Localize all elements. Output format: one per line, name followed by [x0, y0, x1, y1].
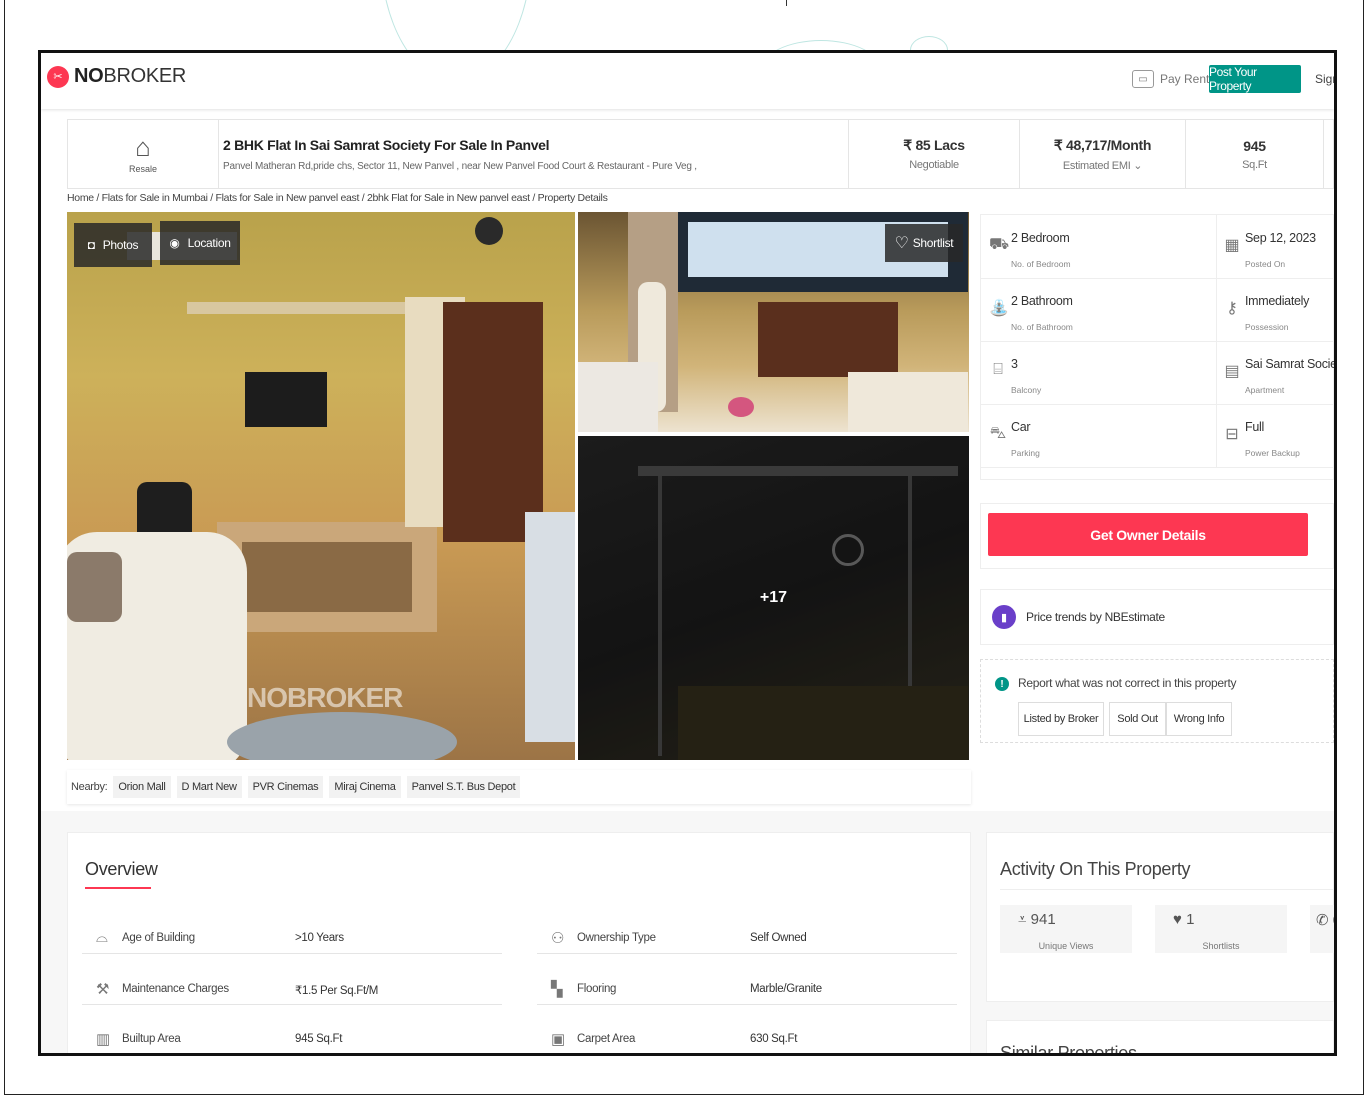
- property-summary-bar: ⌂ Resale 2 BHK Flat In Sai Samrat Societ…: [67, 119, 1334, 189]
- info-icon: !: [995, 677, 1009, 691]
- divider: [1000, 889, 1334, 890]
- posted-on-detail: ▦ Sep 12, 2023 Posted On: [1215, 215, 1334, 279]
- nearby-chip[interactable]: Orion Mall: [113, 776, 171, 798]
- compass-icon: ◉: [169, 236, 180, 250]
- parking-detail: ⛍ Car Parking: [981, 404, 1217, 468]
- activity-title: Activity On This Property: [1000, 859, 1191, 879]
- maintenance-icon: ⚒: [96, 981, 110, 998]
- overview-row: ▚ Flooring Marble/Granite: [537, 974, 957, 1005]
- nobroker-logo[interactable]: ✂ NOBROKER: [47, 65, 186, 88]
- nearby-chip[interactable]: D Mart New: [176, 776, 242, 798]
- overview-underline: [85, 887, 151, 889]
- similar-properties-title: Similar Properties: [1000, 1043, 1137, 1056]
- house-rupee-icon: ⌂: [135, 132, 151, 162]
- price-block: ₹ 85 Lacs Negotiable: [849, 120, 1020, 188]
- photos-button[interactable]: ◘ Photos: [74, 223, 152, 267]
- photo-gallery: NOBROKER ◘Photos ◉Location ♡Shortlist: [67, 212, 969, 760]
- more-photos-tile[interactable]: +17: [578, 436, 969, 760]
- get-owner-details-button[interactable]: Get Owner Details: [988, 513, 1308, 556]
- divider: [786, 0, 787, 6]
- camera-icon: ◘: [87, 238, 95, 252]
- card-icon: ▭: [1132, 70, 1154, 88]
- property-details-grid: ⛟ 2 Bedroom No. of Bedroom ▦ Sep 12, 202…: [980, 214, 1334, 480]
- balcony-icon: ⌸: [993, 361, 1003, 378]
- ownership-icon: ⚇: [551, 930, 565, 947]
- report-card: ! Report what was not correct in this pr…: [980, 659, 1334, 743]
- property-title-block: 2 BHK Flat In Sai Samrat Society For Sal…: [219, 120, 849, 188]
- nearby-chip[interactable]: Panvel S.T. Bus Depot: [406, 776, 521, 798]
- bathroom-detail: ⛲ 2 Bathroom No. of Bathroom: [981, 278, 1217, 342]
- builtup-icon: ▥: [96, 1031, 111, 1048]
- flooring-icon: ▚: [551, 981, 563, 998]
- overview-row: ⚒ Maintenance Charges ₹1.5 Per Sq.Ft/M: [82, 974, 502, 1005]
- nearby-chip[interactable]: PVR Cinemas: [247, 776, 324, 798]
- property-address: Panvel Matheran Rd,pride chs, Sector 11,…: [223, 160, 697, 172]
- unique-views-stat: ⩡ 941 Unique Views: [1000, 905, 1132, 953]
- owner-details-card: Get Owner Details: [980, 503, 1334, 569]
- possession-detail: ⚷ Immediately Possession: [1215, 278, 1334, 342]
- shortlist-button[interactable]: ♡ Shortlist: [885, 224, 963, 262]
- emi-block[interactable]: ₹ 48,717/Month Estimated EMI ⌄: [1020, 120, 1186, 188]
- similar-properties-card: Similar Properties: [986, 1020, 1334, 1056]
- battery-icon: ⊟: [1225, 426, 1239, 443]
- overview-title: Overview: [85, 859, 158, 879]
- phone-icon: ✆: [1316, 912, 1333, 929]
- power-backup-detail: ⊟ Full Power Backup: [1215, 404, 1334, 468]
- area-block: 945 Sq.Ft: [1186, 120, 1324, 188]
- overview-row: ▥ Builtup Area 945 Sq.Ft: [82, 1024, 502, 1053]
- browser-viewport: ✂ NOBROKER ▭ Pay Rent Post Your Property…: [38, 50, 1337, 1056]
- carpet-icon: ▣: [551, 1031, 566, 1048]
- building-age-icon: ⌓: [96, 929, 108, 946]
- property-title: 2 BHK Flat In Sai Samrat Society For Sal…: [223, 136, 550, 153]
- wrong-info-button[interactable]: Wrong Info: [1166, 702, 1232, 736]
- breadcrumb[interactable]: Home / Flats for Sale in Mumbai / Flats …: [67, 192, 608, 204]
- secondary-photo[interactable]: ♡ Shortlist: [578, 212, 969, 432]
- building-icon: ▤: [1224, 363, 1240, 380]
- logo-icon: ✂: [47, 65, 69, 88]
- bath-icon: ⛲: [989, 300, 1009, 317]
- heart-icon: ♡: [894, 235, 909, 252]
- watermark: NOBROKER: [247, 682, 403, 713]
- sign-in-link[interactable]: Sign: [1315, 72, 1334, 86]
- nearby-chip[interactable]: Miraj Cinema: [329, 776, 401, 798]
- nearby-places-bar: Nearby: Orion Mall D Mart New PVR Cinema…: [67, 770, 971, 804]
- contacts-stat: ✆ 0: [1310, 905, 1334, 953]
- balcony-detail: ⌸ 3 Balcony: [981, 341, 1217, 405]
- top-navbar: ✂ NOBROKER ▭ Pay Rent Post Your Property…: [41, 53, 1334, 109]
- post-property-button[interactable]: Post Your Property: [1209, 65, 1301, 93]
- bedroom-detail: ⛟ 2 Bedroom No. of Bedroom: [981, 215, 1217, 279]
- resale-badge: ⌂ Resale: [68, 120, 219, 188]
- heart-icon: ♥: [1173, 911, 1187, 928]
- more-photos-count: +17: [578, 436, 969, 760]
- apartment-detail: ▤ Sai Samrat Society Apartment: [1215, 341, 1334, 405]
- activity-card: Activity On This Property ⩡ 941 Unique V…: [986, 832, 1334, 1002]
- shortlists-stat: ♥ 1 Shortlists: [1155, 905, 1287, 953]
- trend-chart-icon: ▮: [992, 605, 1016, 629]
- calendar-icon: ▦: [1224, 237, 1240, 254]
- overview-card: Overview ⌓ Age of Building >10 Years ⚇ O…: [67, 832, 971, 1053]
- car-icon: ⛍: [989, 425, 1007, 442]
- bed-icon: ⛟: [989, 236, 1010, 253]
- location-button[interactable]: ◉ Location: [160, 221, 240, 265]
- listed-by-broker-button[interactable]: Listed by Broker: [1018, 702, 1104, 736]
- person-icon: ⩡: [1018, 911, 1031, 928]
- overview-row: ⌓ Age of Building >10 Years: [82, 923, 502, 954]
- key-icon: ⚷: [1226, 300, 1238, 317]
- overview-row: ▣ Carpet Area 630 Sq.Ft: [537, 1024, 957, 1053]
- overview-row: ⚇ Ownership Type Self Owned: [537, 923, 957, 954]
- main-photo[interactable]: NOBROKER: [67, 212, 575, 760]
- sold-out-button[interactable]: Sold Out: [1109, 702, 1166, 736]
- price-trends-link[interactable]: ▮ Price trends by NBEstimate: [980, 589, 1334, 645]
- pay-rent-link[interactable]: ▭ Pay Rent: [1132, 66, 1209, 92]
